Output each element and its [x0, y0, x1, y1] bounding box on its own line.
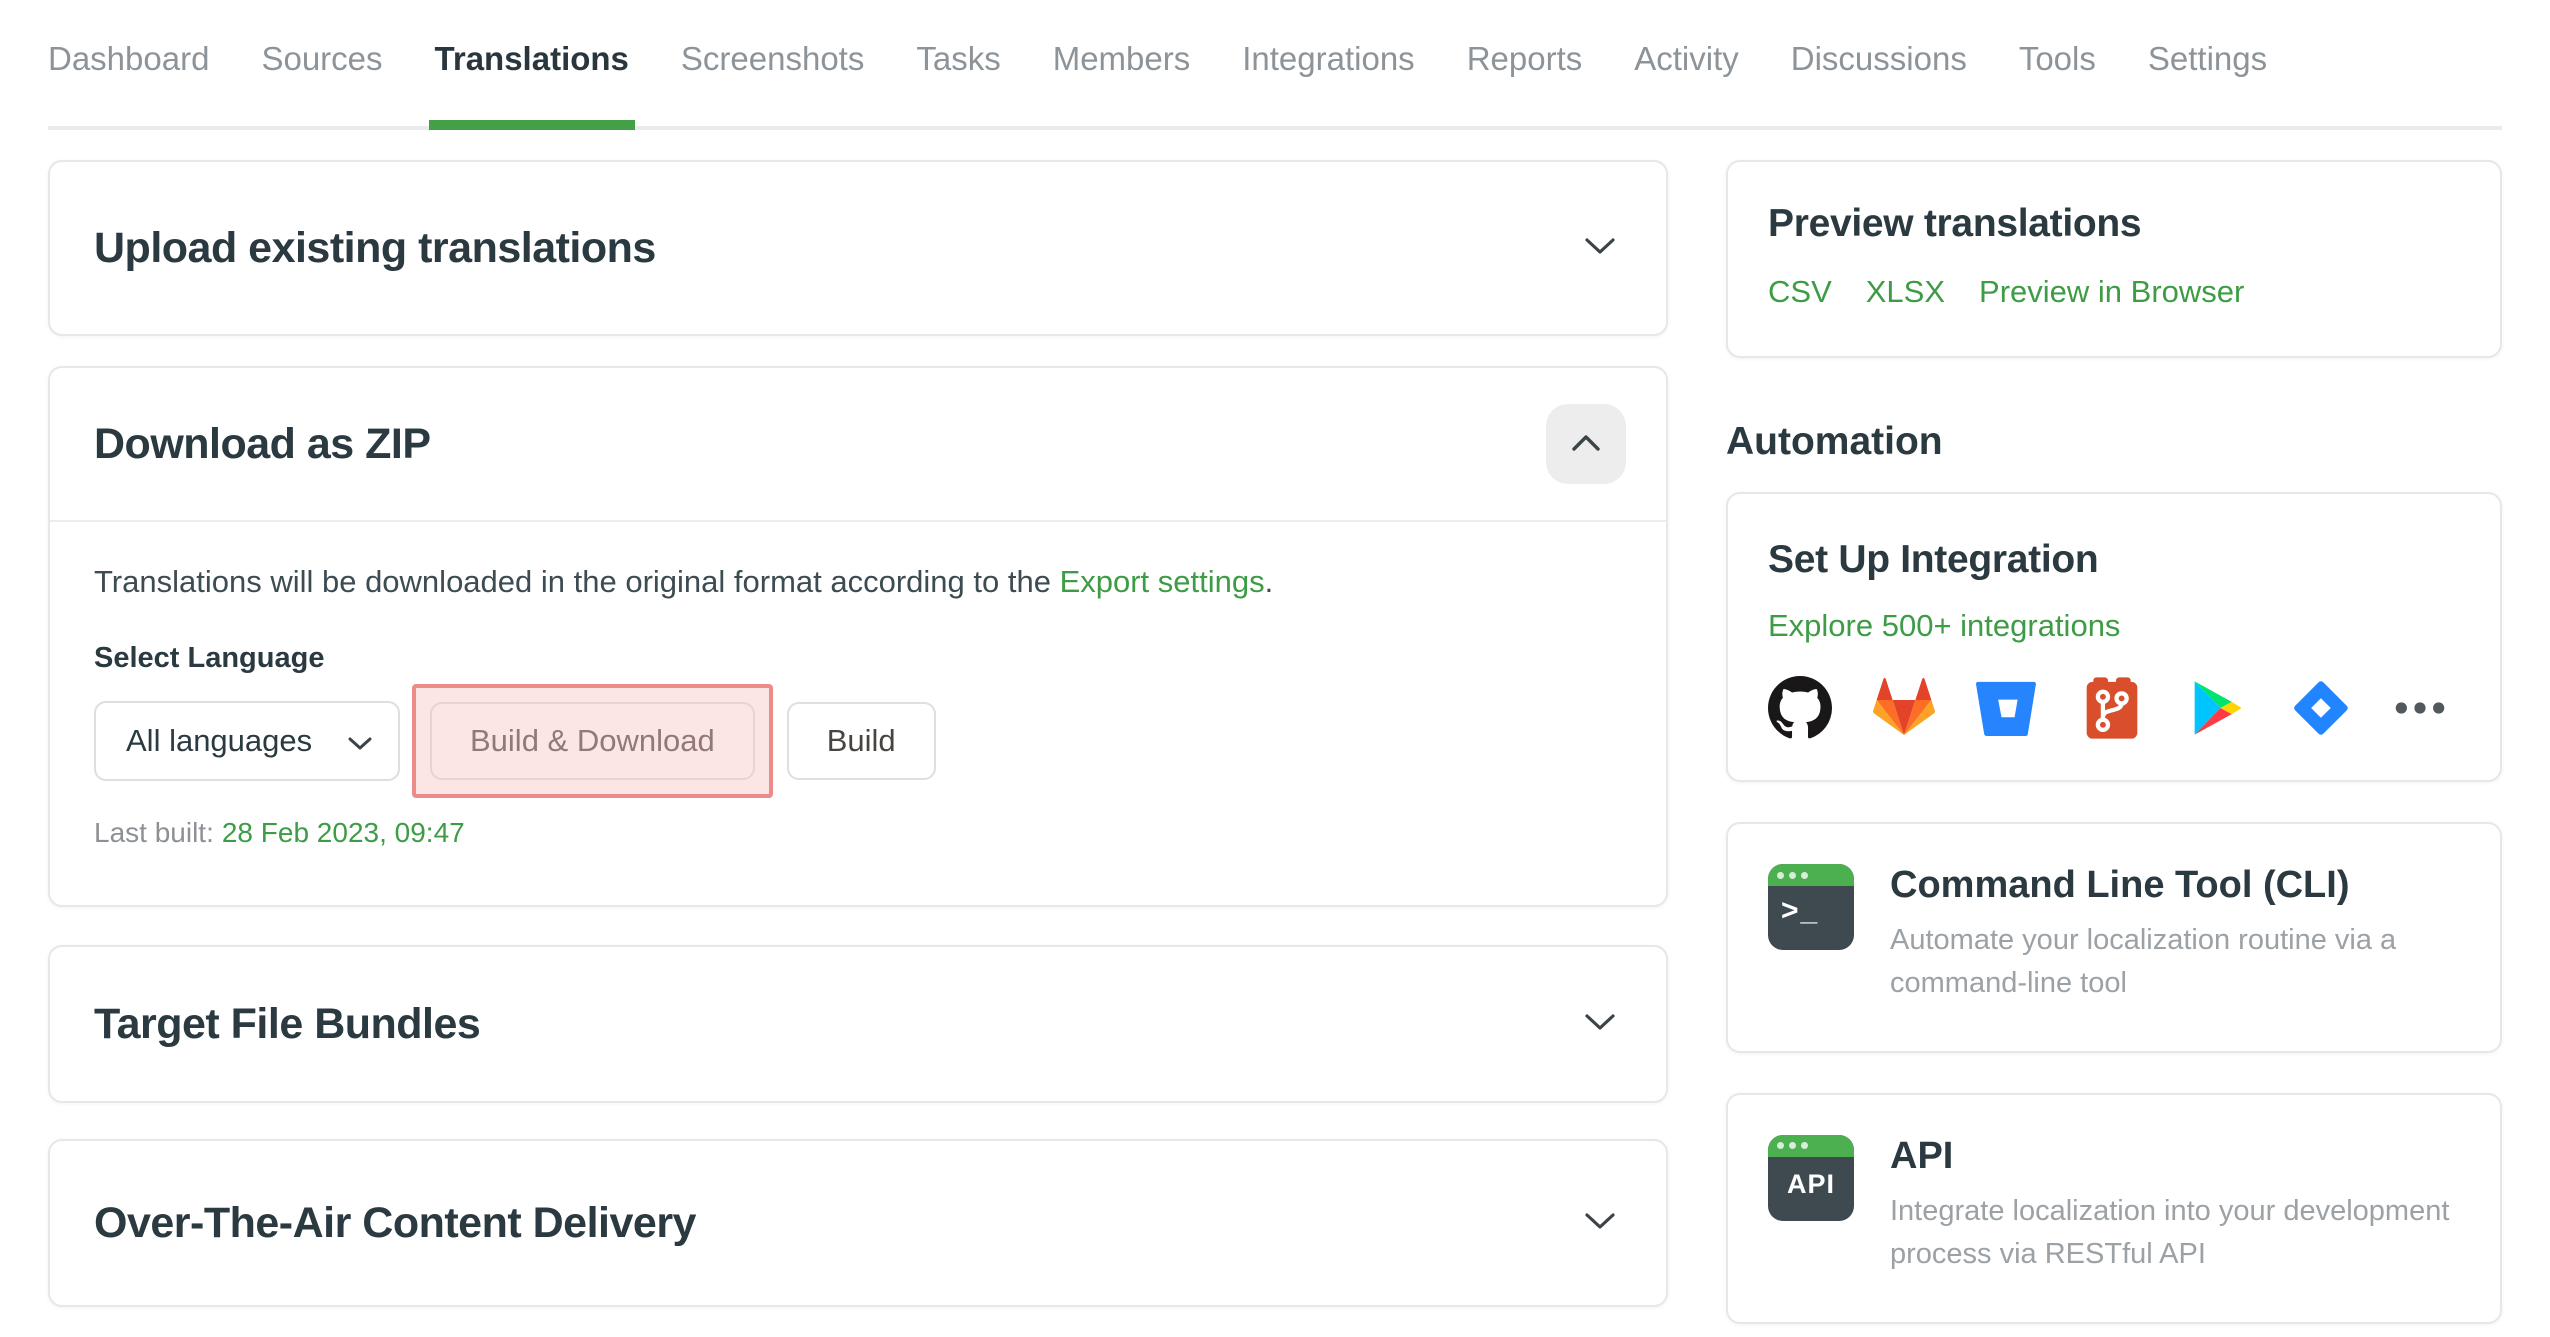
cli-title: Command Line Tool (CLI) [1890, 864, 2350, 906]
gitlab-icon[interactable] [1872, 676, 1936, 740]
language-select-value: All languages [126, 723, 313, 758]
upload-existing-translations-panel[interactable]: Upload existing translations [48, 160, 1668, 336]
terminal-icon: >_ [1768, 864, 1854, 950]
chevron-down-icon[interactable] [1584, 1211, 1616, 1236]
last-built-link[interactable]: 28 Feb 2023, 09:47 [222, 817, 465, 848]
preview-translations-title: Preview translations [1768, 202, 2142, 245]
tab-discussions[interactable]: Discussions [1791, 38, 1967, 126]
ota-content-delivery-panel[interactable]: Over-The-Air Content Delivery [48, 1139, 1668, 1307]
api-description: Integrate localization into your develop… [1890, 1194, 2450, 1270]
tab-translations[interactable]: Translations [428, 38, 636, 130]
bundles-panel-title: Target File Bundles [94, 999, 481, 1048]
preview-translations-card: Preview translations CSV XLSX Preview in… [1726, 160, 2502, 358]
set-up-integration-card: Set Up Integration Explore 500+ integrat… [1726, 492, 2502, 782]
chevron-up-icon [1571, 434, 1601, 455]
language-select[interactable]: All languages [94, 701, 400, 781]
chevron-down-icon[interactable] [1584, 1012, 1616, 1037]
download-as-zip-panel: Download as ZIP Translations will be dow… [48, 366, 1668, 907]
github-icon[interactable] [1768, 676, 1832, 740]
preview-in-browser-link[interactable]: Preview in Browser [1979, 274, 2244, 310]
sidebar: Preview translations CSV XLSX Preview in… [1726, 160, 2502, 1324]
tab-tasks[interactable]: Tasks [916, 38, 1000, 126]
tab-integrations[interactable]: Integrations [1242, 38, 1414, 126]
project-tabs: Dashboard Sources Translations Screensho… [48, 0, 2502, 130]
tab-reports[interactable]: Reports [1467, 38, 1583, 126]
tab-screenshots[interactable]: Screenshots [681, 38, 864, 126]
cli-description: Automate your localization routine via a… [1890, 924, 2397, 999]
translations-page: Dashboard Sources Translations Screensho… [0, 0, 2550, 1337]
tab-dashboard[interactable]: Dashboard [48, 38, 209, 126]
api-title: API [1890, 1134, 1954, 1177]
select-language-label: Select Language [94, 642, 325, 674]
ota-panel-title: Over-The-Air Content Delivery [94, 1198, 696, 1247]
target-file-bundles-panel[interactable]: Target File Bundles [48, 945, 1668, 1103]
explore-integrations-link[interactable]: Explore 500+ integrations [1768, 608, 2120, 644]
integration-icons [1768, 676, 2460, 740]
api-icon: API [1768, 1134, 1854, 1221]
tab-tools[interactable]: Tools [2019, 38, 2096, 126]
tab-settings[interactable]: Settings [2148, 38, 2267, 126]
bitbucket-icon[interactable] [1976, 676, 2040, 740]
build-and-download-button[interactable]: Build & Download [430, 702, 755, 780]
git-icon[interactable] [2080, 676, 2144, 740]
tab-activity[interactable]: Activity [1634, 38, 1739, 126]
jira-icon[interactable] [2288, 676, 2352, 740]
last-built-status: Last built: 28 Feb 2023, 09:47 [94, 817, 465, 848]
preview-xlsx-link[interactable]: XLSX [1866, 274, 1945, 310]
more-integrations-icon[interactable] [2392, 676, 2448, 740]
export-settings-link[interactable]: Export settings [1060, 564, 1265, 599]
download-panel-title: Download as ZIP [94, 419, 431, 468]
download-description: Translations will be downloaded in the o… [94, 564, 1274, 599]
set-up-integration-title: Set Up Integration [1768, 538, 2099, 581]
translations-main-column: Upload existing translations Download as… [48, 160, 1668, 1307]
chevron-down-icon[interactable] [1584, 236, 1616, 261]
preview-csv-link[interactable]: CSV [1768, 274, 1832, 310]
collapse-panel-button[interactable] [1546, 404, 1626, 484]
cli-card[interactable]: >_ Command Line Tool (CLI) Automate your… [1726, 822, 2502, 1053]
build-button[interactable]: Build [786, 702, 936, 780]
automation-heading: Automation [1726, 420, 1943, 463]
tab-sources[interactable]: Sources [261, 38, 382, 126]
google-play-icon[interactable] [2184, 676, 2248, 740]
api-card[interactable]: API API Integrate localization into your… [1726, 1092, 2502, 1324]
chevron-down-icon [348, 723, 372, 759]
download-panel-header[interactable]: Download as ZIP [50, 368, 1666, 520]
upload-panel-title: Upload existing translations [94, 223, 656, 272]
tab-members[interactable]: Members [1053, 38, 1191, 126]
